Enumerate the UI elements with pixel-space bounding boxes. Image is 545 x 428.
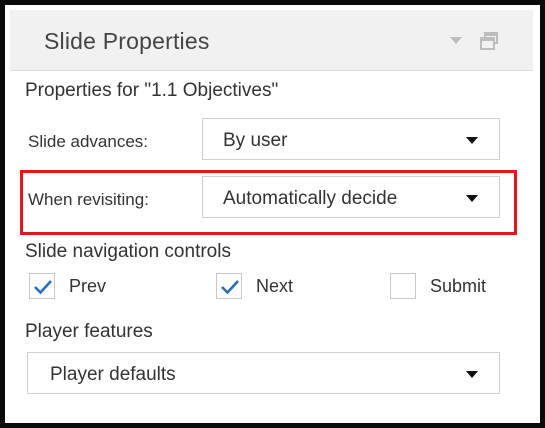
player-features-heading: Player features — [25, 321, 153, 342]
dropdown-arrow-icon[interactable] — [450, 37, 462, 44]
properties-heading: Properties for "1.1 Objectives" — [25, 80, 279, 101]
checkmark-icon — [34, 280, 52, 295]
window-restore-icon[interactable] — [480, 32, 500, 50]
submit-label: Submit — [430, 276, 487, 296]
panel-header: Slide Properties — [10, 10, 533, 71]
player-features-value: Player defaults — [50, 364, 176, 385]
chevron-down-icon — [466, 137, 478, 144]
submit-checkbox[interactable] — [390, 273, 416, 299]
panel-title: Slide Properties — [44, 28, 210, 54]
next-label: Next — [256, 276, 294, 296]
player-features-dropdown[interactable]: Player defaults — [27, 352, 500, 394]
chevron-down-icon — [466, 195, 478, 202]
slide-properties-panel: Slide Properties Properties for "1.1 Obj… — [0, 0, 545, 428]
panel-footer-spacer — [10, 411, 533, 421]
slide-advances-value: By user — [223, 130, 288, 151]
navigation-heading: Slide navigation controls — [25, 241, 231, 262]
prev-label: Prev — [69, 276, 107, 296]
chevron-down-icon — [466, 371, 478, 378]
when-revisiting-dropdown[interactable]: Automatically decide — [202, 176, 500, 218]
checkmark-icon — [221, 280, 239, 295]
when-revisiting-label: When revisiting: — [28, 190, 149, 209]
slide-advances-dropdown[interactable]: By user — [202, 118, 500, 160]
when-revisiting-value: Automatically decide — [223, 188, 398, 209]
slide-advances-label: Slide advances: — [28, 132, 149, 151]
next-checkbox[interactable] — [216, 273, 242, 299]
prev-checkbox[interactable] — [29, 273, 55, 299]
